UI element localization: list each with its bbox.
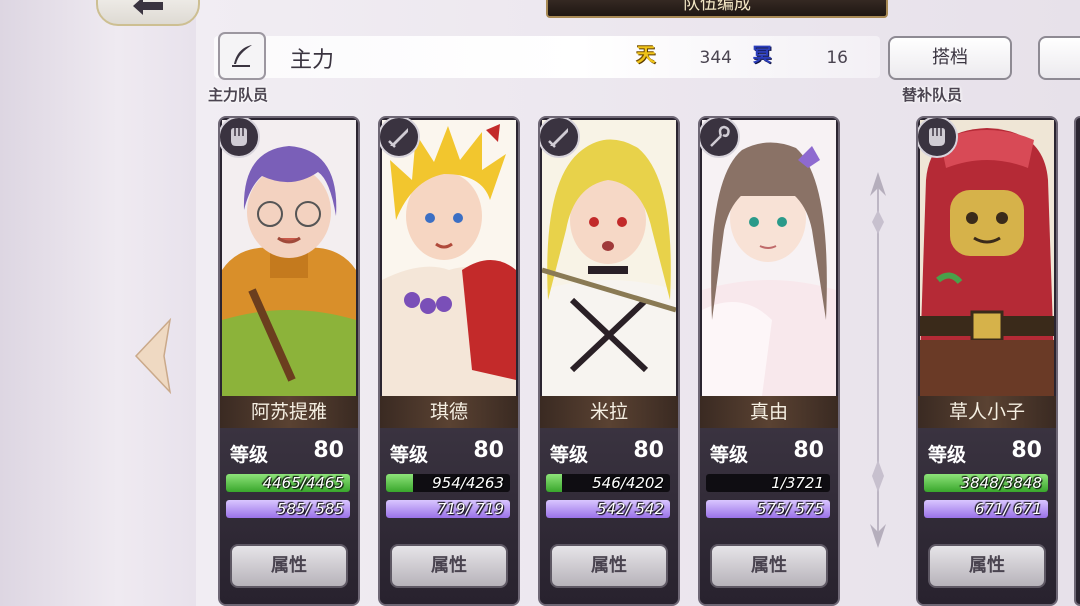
hell-value: 16: [826, 48, 848, 68]
extra-button[interactable]: [1038, 36, 1080, 80]
member-stats: 等级 80 1/3721 575/ 575 属性: [700, 428, 838, 604]
mp-text: 542/ 542: [596, 500, 664, 518]
mp-bar: 575/ 575: [706, 500, 830, 518]
member-name: 琪德: [380, 396, 518, 428]
attribute-button[interactable]: 属性: [928, 544, 1046, 588]
mp-text: 671/ 671: [974, 500, 1042, 518]
character-portrait: [382, 120, 516, 396]
hp-text: 3848/3848: [960, 474, 1042, 492]
character-portrait: [920, 120, 1054, 396]
hp-bar: 4465/4465: [226, 474, 350, 492]
member-name: 阿苏提雅: [220, 396, 358, 428]
reserve-members-label: 替补队员: [902, 86, 963, 104]
sword-icon: [380, 118, 420, 158]
left-panel: [0, 0, 196, 606]
member-name: 真由: [700, 396, 838, 428]
level-value: 80: [313, 438, 344, 463]
back-arrow-icon: [133, 0, 163, 15]
heaven-value: 344: [699, 48, 732, 68]
level-label: 等级: [550, 444, 589, 466]
attribute-button[interactable]: 属性: [390, 544, 508, 588]
partner-button[interactable]: 搭档: [888, 36, 1012, 80]
attribute-button[interactable]: 属性: [230, 544, 348, 588]
level-value: 80: [1011, 438, 1042, 463]
reserve-card-2-partial[interactable]: [1074, 116, 1080, 606]
hp-bar: 546/4202: [546, 474, 670, 492]
quill-icon: [232, 45, 252, 67]
level-value: 80: [473, 438, 504, 463]
member-card-2[interactable]: 琪德 等级 80 954/4263 719/ 719 属性: [378, 116, 520, 606]
hp-text: 546/4202: [592, 474, 664, 492]
reserve-card-1[interactable]: 草人小子 等级 80 3848/3848 671/ 671 属性: [916, 116, 1058, 606]
member-stats: 等级 80 4465/4465 585/ 585 属性: [220, 428, 358, 604]
level-label: 等级: [390, 444, 429, 466]
mp-text: 585/ 585: [276, 500, 344, 518]
back-button[interactable]: [96, 0, 200, 26]
level-label: 等级: [710, 444, 749, 466]
character-portrait: [222, 120, 356, 396]
member-stats: 等级 80 954/4263 719/ 719 属性: [380, 428, 518, 604]
attribute-button[interactable]: 属性: [710, 544, 828, 588]
fist-icon: [220, 118, 260, 158]
hp-text: 954/4263: [432, 474, 504, 492]
level-label: 等级: [230, 444, 269, 466]
level-label: 等级: [928, 444, 967, 466]
main-members-label: 主力队员: [208, 86, 269, 104]
member-stats: 等级 80 3848/3848 671/ 671 属性: [918, 428, 1056, 604]
member-card-1[interactable]: 阿苏提雅 等级 80 4465/4465 585/ 585 属性: [218, 116, 360, 606]
member-card-4[interactable]: 真由 等级 80 1/3721 575/ 575 属性: [698, 116, 840, 606]
divider-ornament: [870, 172, 886, 548]
mp-bar: 719/ 719: [386, 500, 510, 518]
hp-bar: 954/4263: [386, 474, 510, 492]
member-name: 草人小子: [918, 396, 1056, 428]
party-name: 主力: [290, 48, 335, 73]
staff-icon: [700, 118, 740, 158]
hp-bar: 1/3721: [706, 474, 830, 492]
mp-text: 719/ 719: [436, 500, 504, 518]
prev-page-arrow-icon[interactable]: [130, 316, 174, 396]
attribute-button[interactable]: 属性: [550, 544, 668, 588]
hp-text: 1/3721: [771, 474, 824, 492]
mp-text: 575/ 575: [756, 500, 824, 518]
hp-text: 4465/4465: [262, 474, 344, 492]
level-value: 80: [633, 438, 664, 463]
sword-icon: [540, 118, 580, 158]
edit-party-name-button[interactable]: [218, 32, 266, 80]
level-value: 80: [793, 438, 824, 463]
member-name: 米拉: [540, 396, 678, 428]
mp-bar: 542/ 542: [546, 500, 670, 518]
hp-bar: 3848/3848: [924, 474, 1048, 492]
character-portrait: [542, 120, 676, 396]
mp-bar: 585/ 585: [226, 500, 350, 518]
mp-bar: 671/ 671: [924, 500, 1048, 518]
member-card-3[interactable]: 米拉 等级 80 546/4202 542/ 542 属性: [538, 116, 680, 606]
fist-icon: [918, 118, 958, 158]
page-title: 队伍编成: [546, 0, 888, 18]
hell-icon: 冥: [752, 44, 772, 66]
character-portrait: [702, 120, 836, 396]
member-stats: 等级 80 546/4202 542/ 542 属性: [540, 428, 678, 604]
heaven-icon: 天: [636, 44, 656, 66]
